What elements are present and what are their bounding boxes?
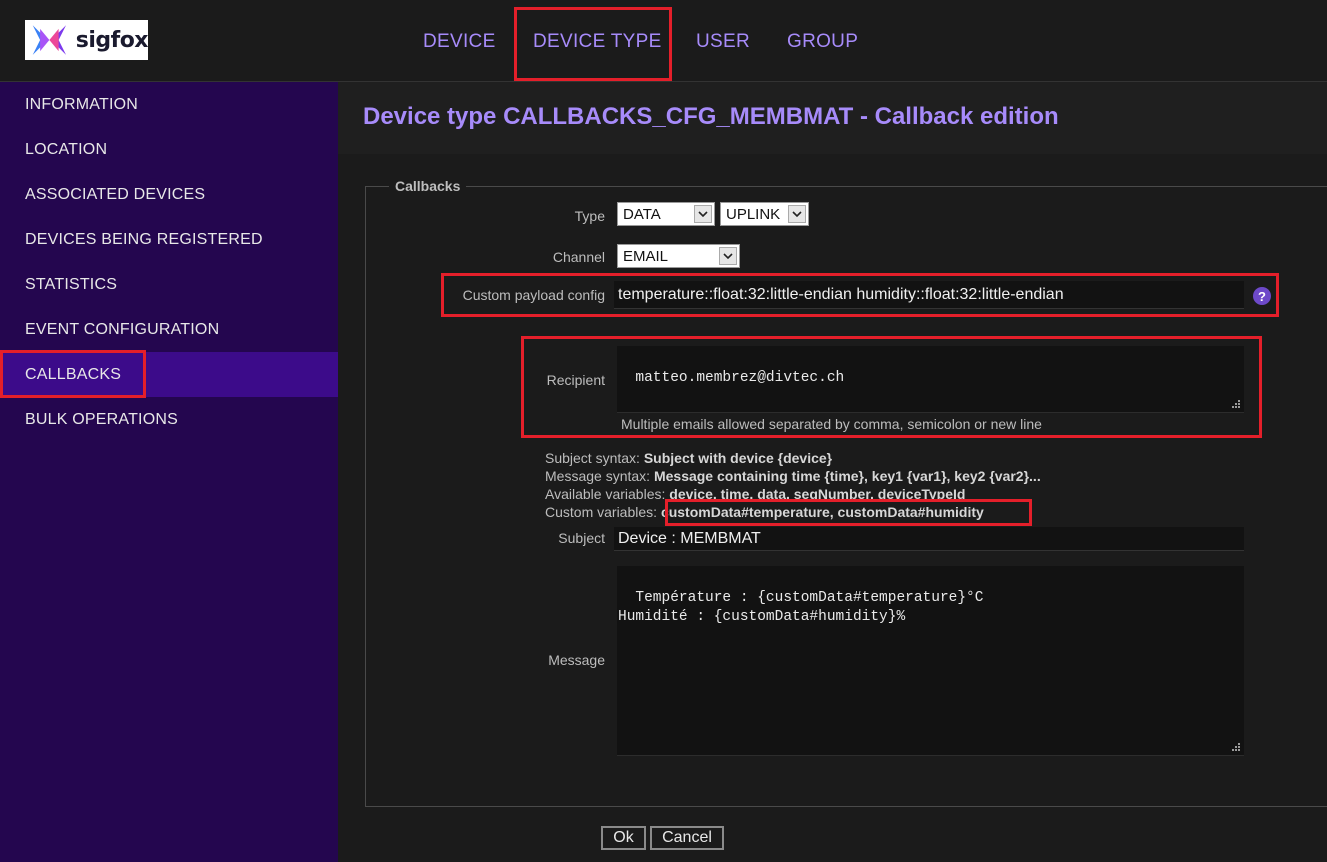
available-variables: Available variables: device, time, data,… [545,485,965,503]
top-header: sigfox DEVICE DEVICE TYPE USER GROUP [0,0,1327,82]
message-syntax-value: Message containing time {time}, key1 {va… [653,468,1041,484]
sidebar-item-statistics[interactable]: STATISTICS [0,262,338,307]
page-title: Device type CALLBACKS_CFG_MEMBMAT - Call… [363,103,1059,130]
sigfox-logo-icon [32,25,67,55]
recipient-label: Recipient [546,372,605,388]
nav-device-type[interactable]: DEVICE TYPE [533,31,662,53]
sidebar-item-devices-being-registered[interactable]: DEVICES BEING REGISTERED [0,217,338,262]
channel-select-value: EMAIL [623,247,669,265]
brand-name: sigfox [75,27,149,53]
subject-syntax: Subject syntax: Subject with device {dev… [545,449,832,467]
sidebar-item-associated-devices[interactable]: ASSOCIATED DEVICES [0,172,338,217]
channel-select[interactable]: EMAIL [617,244,740,268]
message-syntax: Message syntax: Message containing time … [545,467,1041,485]
sigfox-logo[interactable]: sigfox [25,20,149,60]
nav-group[interactable]: GROUP [787,31,858,53]
sidebar-item-event-configuration[interactable]: EVENT CONFIGURATION [0,307,338,352]
sidebar-item-location[interactable]: LOCATION [0,127,338,172]
resize-handle-icon[interactable] [1231,742,1240,751]
ok-button[interactable]: Ok [601,826,646,850]
type-label: Type [574,208,605,224]
fieldset-legend: Callbacks [389,178,467,194]
chevron-down-icon [788,205,806,223]
subject-label: Subject [558,530,605,546]
nav-user[interactable]: USER [696,31,750,53]
chevron-down-icon [694,205,712,223]
resize-handle-icon[interactable] [1231,399,1240,408]
custom-variables: Custom variables: customData#temperature… [545,503,984,521]
sidebar-item-information[interactable]: INFORMATION [0,82,338,127]
payload-config-label: Custom payload config [462,287,605,303]
available-variables-label: Available variables: [545,486,666,502]
subject-syntax-value: Subject with device {device} [643,450,833,466]
subject-input[interactable]: Device : MEMBMAT [614,527,1244,551]
sidebar-item-callbacks[interactable]: CALLBACKS [0,352,338,397]
sidebar-item-bulk-operations[interactable]: BULK OPERATIONS [0,397,338,442]
subject-syntax-label: Subject syntax: [545,450,640,466]
payload-config-input[interactable]: temperature::float:32:little-endian humi… [614,281,1244,309]
type-select[interactable]: DATA [617,202,715,226]
custom-variables-label: Custom variables: [545,504,658,520]
nav-device[interactable]: DEVICE [423,31,496,53]
recipient-hint: Multiple emails allowed separated by com… [621,416,1042,432]
direction-select[interactable]: UPLINK [720,202,809,226]
message-syntax-label: Message syntax: [545,468,651,484]
message-textarea[interactable]: Température : {customData#temperature}°C… [617,566,1244,756]
recipient-value: matteo.membrez@divtec.ch [635,370,845,386]
type-select-value: DATA [623,205,661,223]
help-icon[interactable]: ? [1253,287,1271,305]
direction-select-value: UPLINK [726,205,781,223]
recipient-textarea[interactable]: matteo.membrez@divtec.ch [617,346,1244,413]
message-value: Température : {customData#temperature}°C… [618,590,984,625]
custom-variables-value: customData#temperature, customData#humid… [660,504,984,520]
channel-label: Channel [552,249,605,265]
chevron-down-icon [719,247,737,265]
available-variables-value: device, time, data, seqNumber, deviceTyp… [669,486,966,502]
cancel-button[interactable]: Cancel [650,826,724,850]
message-label: Message [548,652,605,668]
sidebar: INFORMATION LOCATION ASSOCIATED DEVICES … [0,82,338,862]
